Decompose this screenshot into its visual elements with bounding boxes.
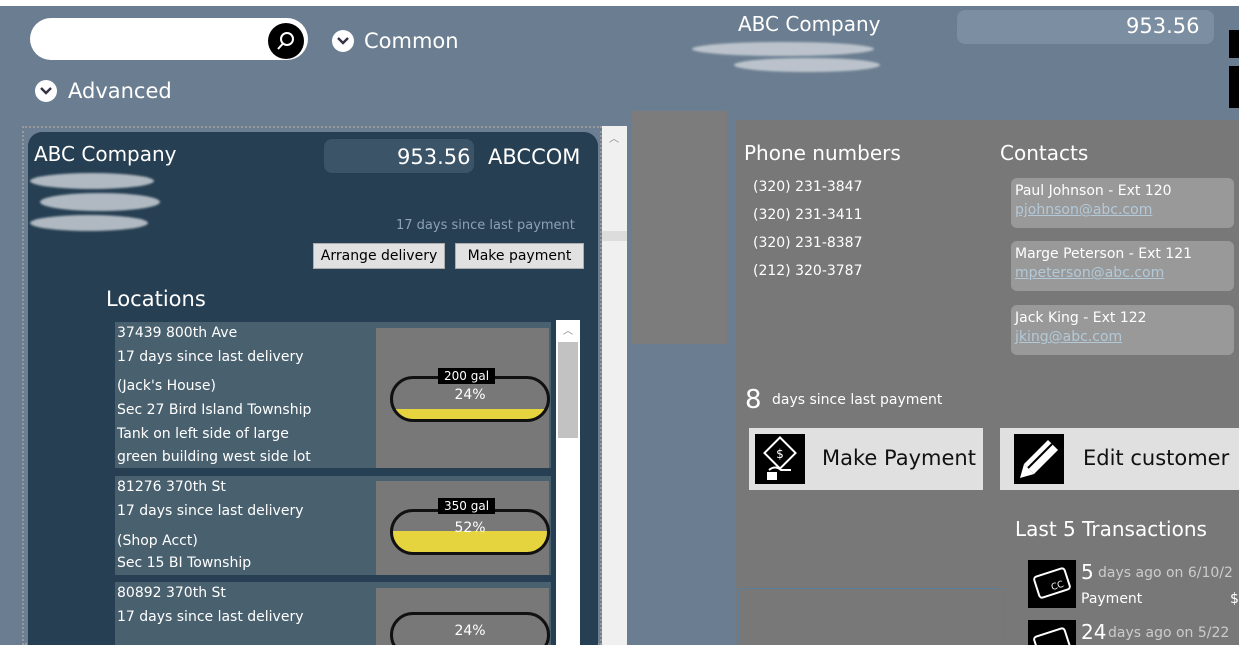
scrollbar-thumb[interactable] [558,342,578,438]
location-note: (Jack's House) [117,378,216,394]
header-balance: 953.56 [1126,14,1200,38]
chevron-down-icon [40,87,52,95]
contact-email-link[interactable]: pjohnson@abc.com [1015,202,1152,218]
edge-button[interactable] [1229,66,1239,108]
scrollbar-thumb[interactable] [602,231,627,241]
edit-customer-label: Edit customer [1083,446,1230,470]
arrange-delivery-button[interactable]: Arrange delivery [313,243,445,269]
location-note: green building west side lot [117,449,311,465]
transaction-date: days ago on 6/10/2 [1098,565,1233,581]
contact-name: Paul Johnson - Ext 120 [1015,183,1172,199]
location-address: 81276 370th St [117,479,226,495]
transaction-date: days ago on 5/22 [1108,625,1230,641]
transaction-amount: $ [1230,591,1239,607]
contact-card[interactable]: Paul Johnson - Ext 120 pjohnson@abc.com [1011,178,1234,228]
make-payment-button[interactable]: Make payment [455,243,584,269]
days-since-payment-count: 8 [745,385,762,415]
tank-gauge: 24% [390,612,550,645]
advanced-expand-button[interactable] [35,80,57,102]
tank-gallons: 200 gal [438,368,496,384]
make-payment-large-button[interactable]: $ Make Payment [749,428,983,490]
location-note: Tank on left side of large [117,426,289,442]
locations-title: Locations [106,287,206,311]
phone-numbers-title: Phone numbers [744,141,901,165]
redacted-address [30,173,154,189]
redacted-address [734,58,880,72]
tank-gallons: 350 gal [438,498,496,514]
tank-level-fill [393,409,547,419]
location-address: 37439 800th Ave [117,325,238,341]
svg-text:$: $ [776,447,784,461]
common-expand-button[interactable] [332,30,354,52]
location-address: 80892 370th St [117,585,226,601]
contact-name: Marge Peterson - Ext 121 [1015,246,1193,262]
contact-card[interactable]: Jack King - Ext 122 jking@abc.com [1011,305,1234,355]
tank-percent: 52% [454,520,486,536]
credit-card-icon: CC [1028,560,1076,608]
location-delivery: 17 days since last delivery [117,503,304,519]
customer-list-scrollbar[interactable]: ︿ [602,126,627,645]
contact-card[interactable]: Marge Peterson - Ext 121 mpeterson@abc.c… [1011,241,1234,291]
phone-number[interactable]: (320) 231-8387 [753,235,863,251]
search-input[interactable] [30,18,308,60]
contact-name: Jack King - Ext 122 [1015,310,1147,326]
search-icon [277,32,294,50]
redacted-phone [30,215,148,231]
card-balance: 953.56 [397,145,471,169]
credit-card-icon [1028,620,1076,645]
phone-number[interactable]: (212) 320-3787 [753,263,863,279]
chevron-down-icon [337,37,349,45]
tank-gauge: 52% [390,509,550,555]
location-delivery: 17 days since last delivery [117,349,304,365]
common-label[interactable]: Common [364,29,459,53]
location-note: Sec 15 BI Township [117,555,252,571]
advanced-label[interactable]: Advanced [68,79,172,103]
scroll-up-icon[interactable]: ︿ [563,322,573,337]
location-note: Sec 27 Bird Island Township [117,402,312,418]
transaction-days: 24 [1081,620,1107,644]
make-payment-label: Make Payment [822,446,976,470]
card-customer-code: ABCCOM [488,145,581,169]
header-company-name: ABC Company [738,12,881,36]
transaction-type: Payment [1081,591,1143,607]
middle-panel [632,111,727,344]
scroll-up-icon[interactable]: ︿ [609,130,619,145]
transactions-title: Last 5 Transactions [1015,517,1207,541]
search-button[interactable] [268,23,304,59]
redacted-address [40,193,160,211]
tank-percent: 24% [454,387,486,403]
edge-button[interactable] [1229,30,1239,58]
location-note: (Shop Acct) [117,533,198,549]
payment-icon: $ [755,434,805,484]
contact-email-link[interactable]: mpeterson@abc.com [1015,265,1164,281]
redacted-address [692,42,874,56]
days-since-payment-label: days since last payment [772,392,943,408]
edit-customer-button[interactable]: Edit customer [1000,428,1239,490]
location-delivery: 17 days since last delivery [117,609,304,625]
tank-percent: 24% [454,623,486,639]
contact-email-link[interactable]: jking@abc.com [1015,329,1122,345]
locations-scrollbar[interactable]: ︿ [556,320,580,645]
transaction-days: 5 [1081,560,1094,584]
phone-number[interactable]: (320) 231-3847 [753,179,863,195]
card-days-since-payment: 17 days since last payment [396,218,575,233]
pencil-icon [1014,434,1064,484]
lower-panel [738,588,1004,645]
contacts-title: Contacts [1000,141,1089,165]
phone-number[interactable]: (320) 231-3411 [753,207,863,223]
card-company-name: ABC Company [34,142,177,166]
